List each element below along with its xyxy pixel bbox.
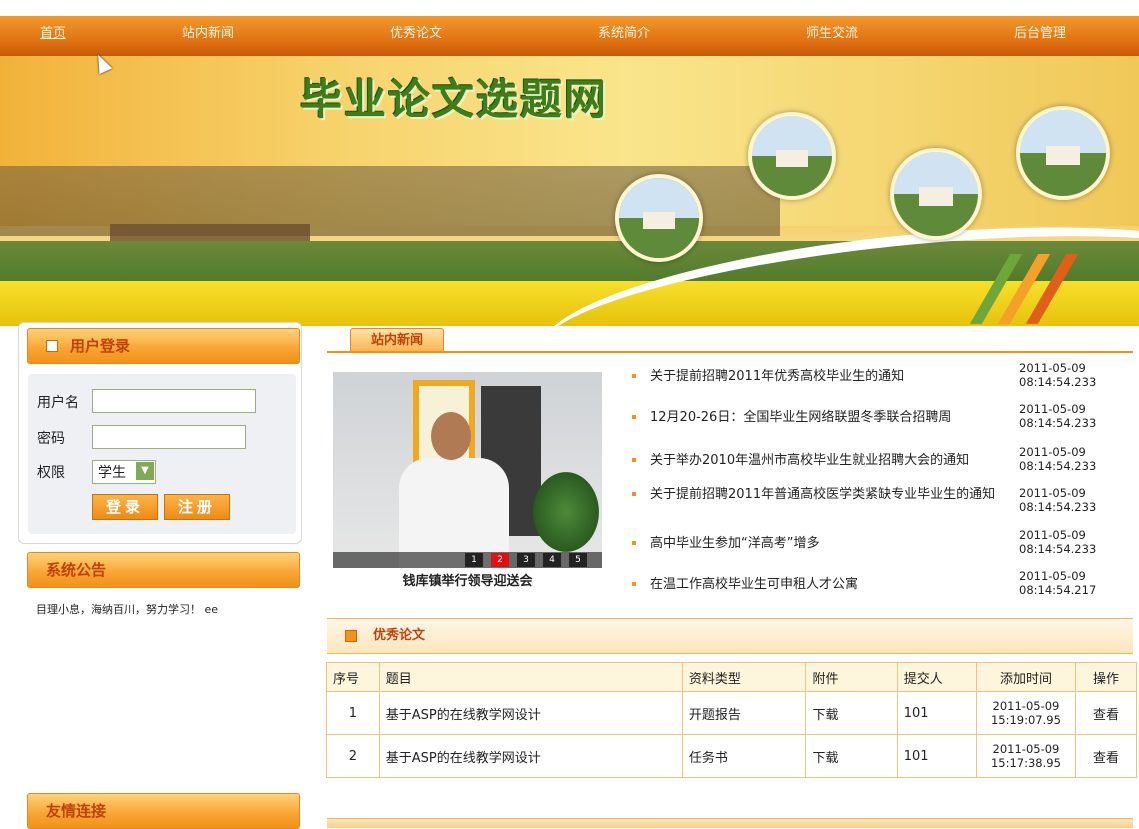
banner-photo-circle (1016, 106, 1110, 200)
banner: 毕业论文选题网 (0, 56, 1139, 326)
download-link[interactable]: 下载 (805, 691, 898, 735)
news-item[interactable]: 12月20-26日：全国毕业生网络联盟冬季联合招聘周 (632, 409, 1012, 426)
table-row: 2 基于ASP的在线教学网设计 任务书 下载 101 2011-05-09 15:… (326, 734, 1137, 778)
username-label: 用户名 (37, 395, 79, 411)
row-number: 2 (326, 734, 380, 778)
top-nav: 首页 站内新闻 优秀论文 系统简介 师生交流 后台管理 (0, 16, 1139, 56)
links-title: 友情连接 (46, 802, 107, 820)
announcement-text: 目理小息，海纳百川，努力学习！ ee (36, 603, 219, 616)
login-header: 用户登录 (27, 328, 300, 364)
papers-title: 优秀论文 (373, 628, 426, 643)
news-item[interactable]: 在温工作高校毕业生可申租人才公寓 (632, 576, 1012, 593)
password-input[interactable] (92, 425, 246, 449)
download-link[interactable]: 下载 (805, 734, 898, 778)
slide-page-button[interactable]: 3 (517, 553, 535, 567)
col-header: 附件 (805, 662, 898, 692)
slide-page-button[interactable]: 2 (491, 553, 509, 567)
chevron-down-icon[interactable]: ▼ (136, 462, 154, 480)
papers-table: 序号 题目 资料类型 附件 提交人 添加时间 操作 1 基于ASP的在线教学网设… (326, 662, 1137, 778)
slide-page-button[interactable]: 4 (543, 553, 561, 567)
role-select-value: 学生 (98, 465, 126, 481)
news-item[interactable]: 高中毕业生参加“洋高考”增多 (632, 535, 1012, 552)
col-header: 添加时间 (975, 662, 1077, 692)
news-date: 2011-05-09 08:14:54.233 (1019, 445, 1097, 473)
paper-type: 开题报告 (681, 691, 807, 735)
slide-page-button[interactable]: 5 (569, 553, 587, 567)
paper-type: 任务书 (681, 734, 807, 778)
password-label: 密码 (37, 431, 65, 447)
col-header: 提交人 (896, 662, 977, 692)
announcement-header: 系统公告 (27, 552, 300, 588)
col-header: 题目 (378, 662, 683, 692)
nav-admin[interactable]: 后台管理 (1014, 16, 1066, 52)
links-header: 友情连接 (27, 793, 300, 829)
register-button[interactable]: 注册 (164, 494, 230, 520)
nav-papers[interactable]: 优秀论文 (390, 16, 442, 52)
role-label: 权限 (37, 465, 65, 481)
view-link[interactable]: 查看 (1075, 691, 1137, 735)
news-slideshow[interactable]: 1 2 3 4 5 (333, 372, 602, 568)
col-header: 序号 (326, 662, 380, 692)
paper-title: 基于ASP的在线教学网设计 (378, 734, 683, 778)
site-title: 毕业论文选题网 (300, 75, 609, 124)
table-header-row: 序号 题目 资料类型 附件 提交人 添加时间 操作 (326, 662, 1137, 692)
square-icon (46, 340, 58, 352)
nav-forum[interactable]: 师生交流 (806, 16, 858, 52)
view-link[interactable]: 查看 (1075, 734, 1137, 778)
nav-home[interactable]: 首页 (40, 16, 66, 52)
nav-news[interactable]: 站内新闻 (182, 16, 234, 52)
news-item[interactable]: 关于提前招聘2011年优秀高校毕业生的通知 (632, 368, 1012, 385)
slideshow-caption[interactable]: 钱库镇举行领导迎送会 (333, 570, 602, 589)
banner-photo-circle (748, 112, 836, 200)
login-button[interactable]: 登录 (92, 494, 158, 520)
role-select[interactable]: 学生 ▼ (92, 460, 156, 484)
news-date: 2011-05-09 08:14:54.233 (1019, 528, 1097, 556)
paper-submitter: 101 (896, 734, 977, 778)
paper-date: 2011-05-09 15:17:38.95 (975, 734, 1077, 778)
table-row: 1 基于ASP的在线教学网设计 开题报告 下载 101 2011-05-09 15… (326, 691, 1137, 735)
news-date: 2011-05-09 08:14:54.217 (1019, 569, 1097, 597)
announcement-title: 系统公告 (46, 561, 107, 579)
news-item[interactable]: 关于提前招聘2011年普通高校医学类紧缺专业毕业生的通知 (632, 486, 1012, 503)
paper-title: 基于ASP的在线教学网设计 (378, 691, 683, 735)
news-date: 2011-05-09 08:14:54.233 (1019, 361, 1097, 389)
banner-photo-circle (615, 174, 703, 262)
login-title: 用户登录 (70, 337, 131, 355)
news-date: 2011-05-09 08:14:54.233 (1019, 402, 1097, 430)
news-date: 2011-05-09 08:14:54.233 (1019, 486, 1097, 514)
row-number: 1 (326, 691, 380, 735)
square-icon (345, 630, 357, 642)
paper-date: 2011-05-09 15:19:07.95 (975, 691, 1077, 735)
news-item[interactable]: 关于举办2010年温州市高校毕业生就业招聘大会的通知 (632, 452, 1012, 469)
slideshow-pager: 1 2 3 4 5 (333, 552, 602, 568)
slide-page-button[interactable]: 1 (465, 553, 483, 567)
tab-news[interactable]: 站内新闻 (350, 328, 444, 353)
news-divider (327, 351, 1133, 353)
papers-header: 优秀论文 (327, 618, 1133, 654)
nav-about[interactable]: 系统简介 (598, 16, 650, 52)
banner-photo-circle (890, 148, 982, 240)
paper-submitter: 101 (896, 691, 977, 735)
col-header: 操作 (1075, 662, 1137, 692)
col-header: 资料类型 (681, 662, 807, 692)
username-input[interactable] (92, 389, 256, 413)
